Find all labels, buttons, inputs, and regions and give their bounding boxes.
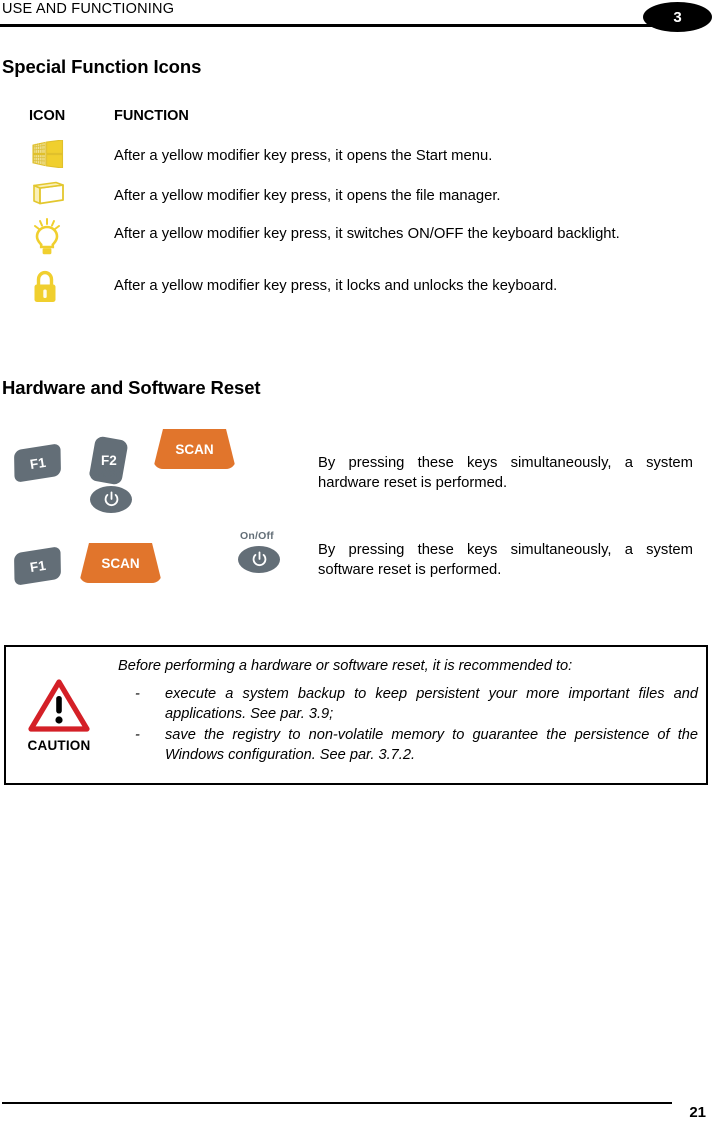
function-description: After a yellow modifier key press, it op… — [114, 148, 493, 164]
caution-icon-area: CAUTION — [6, 647, 112, 783]
caution-item-text: execute a system backup to keep persiste… — [165, 686, 698, 722]
bullet-marker: - — [135, 686, 140, 702]
key-f1: F1 — [14, 546, 61, 586]
bullet-marker: - — [135, 727, 140, 743]
power-icon — [104, 491, 118, 507]
page-header: USE AND FUNCTIONING 3 — [0, 0, 712, 36]
windows-logo-icon — [32, 140, 64, 168]
warning-triangle-icon — [28, 678, 90, 732]
column-header-icon: ICON — [29, 108, 66, 124]
padlock-icon — [34, 270, 56, 302]
folder-icon — [33, 181, 64, 205]
function-description: After a yellow modifier key press, it lo… — [114, 278, 558, 294]
key-f2-label: F2 — [100, 452, 117, 468]
caution-list-item: - execute a system backup to keep persis… — [118, 684, 698, 724]
light-bulb-icon — [34, 218, 60, 255]
caution-list-item: - save the registry to non-volatile memo… — [118, 725, 698, 765]
key-scan-label: SCAN — [175, 441, 214, 457]
key-f1-label: F1 — [28, 557, 47, 575]
caution-box: CAUTION Before performing a hardware or … — [4, 645, 708, 785]
key-power-button — [238, 546, 280, 573]
table-header-row: ICON FUNCTION — [0, 108, 712, 134]
caution-content: Before performing a hardware or software… — [118, 656, 698, 766]
on-off-label: On/Off — [240, 530, 274, 542]
software-reset-description: By pressing these keys simultaneously, a… — [318, 542, 693, 578]
software-reset-row: F1 SCAN On/Off By pressing these keys si… — [0, 525, 712, 595]
icon-cell — [32, 218, 82, 256]
section-heading-special-function-icons: Special Function Icons — [2, 56, 202, 77]
table-row: After a yellow modifier key press, it sw… — [0, 212, 712, 266]
key-scan: SCAN — [153, 429, 236, 469]
special-function-icons-table: ICON FUNCTION After a yellow modifier ke… — [0, 108, 712, 312]
page-number: 21 — [689, 1104, 706, 1121]
key-f1: F1 — [14, 443, 61, 483]
hardware-reset-description: By pressing these keys simultaneously, a… — [318, 455, 693, 491]
key-scan-label: SCAN — [101, 555, 140, 571]
section-heading-hardware-software-reset: Hardware and Software Reset — [2, 377, 261, 398]
icon-cell — [32, 270, 82, 304]
chapter-number-badge: 3 — [643, 2, 712, 32]
key-scan: SCAN — [79, 543, 162, 583]
power-icon — [252, 551, 266, 567]
hardware-reset-row: F1 F2 On/Off SCAN By pressing these keys… — [0, 420, 712, 520]
footer-rule — [2, 1102, 672, 1104]
function-description: After a yellow modifier key press, it sw… — [114, 226, 620, 242]
table-row: After a yellow modifier key press, it op… — [0, 172, 712, 212]
column-header-function: FUNCTION — [114, 108, 189, 124]
icon-cell — [32, 140, 82, 168]
caution-intro-text: Before performing a hardware or software… — [118, 658, 573, 674]
key-f1-label: F1 — [28, 454, 47, 472]
table-row: After a yellow modifier key press, it lo… — [0, 266, 712, 312]
on-off-label: On/Off — [89, 468, 123, 480]
icon-cell — [32, 180, 82, 206]
caution-label: CAUTION — [27, 737, 91, 753]
key-power-button — [90, 486, 132, 513]
header-title: USE AND FUNCTIONING — [2, 1, 175, 17]
header-rule — [0, 24, 668, 27]
function-description: After a yellow modifier key press, it op… — [114, 188, 501, 204]
caution-item-text: save the registry to non-volatile memory… — [165, 727, 698, 763]
table-row: After a yellow modifier key press, it op… — [0, 134, 712, 172]
